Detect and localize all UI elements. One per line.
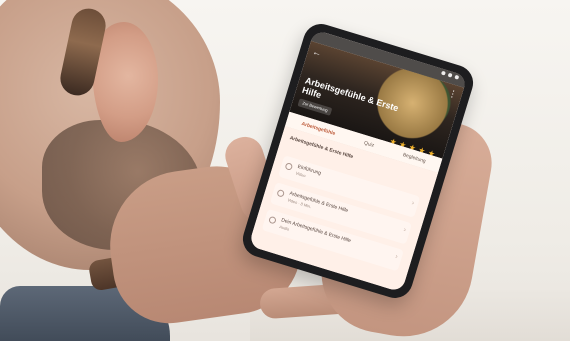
back-icon[interactable]: ← [311,46,323,58]
tab-quiz[interactable]: Quiz [363,140,375,149]
lesson-status-icon [276,188,286,198]
status-icons [440,70,460,80]
lesson-status-icon [268,215,277,225]
signal-icon [440,70,446,76]
chevron-right-icon: › [394,253,399,261]
lesson-status-icon [284,162,294,171]
photo-scene: ← ⋮ Arbeitsgefühle & Erste Hilfe Zur Bew… [0,0,570,341]
chevron-right-icon: › [402,226,407,234]
wifi-icon [447,72,453,78]
chevron-right-icon: › [410,199,415,208]
battery-icon [454,74,460,80]
more-icon[interactable]: ⋮ [447,88,459,100]
